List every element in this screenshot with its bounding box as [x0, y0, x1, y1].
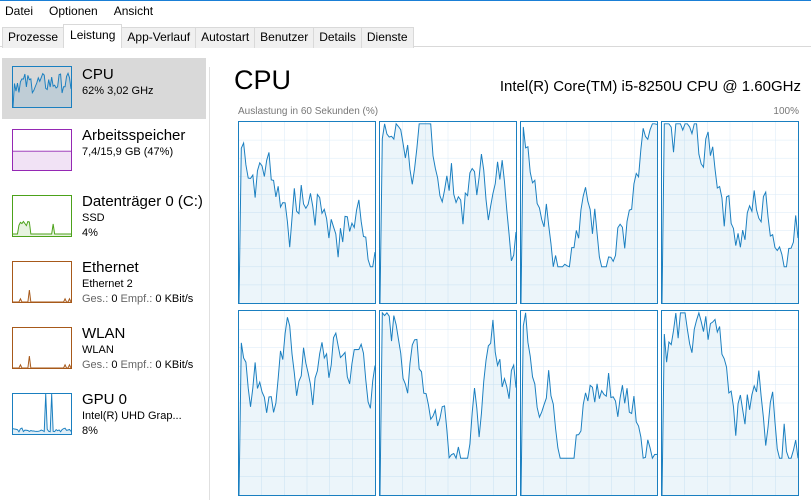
tab-autostart[interactable]: Autostart	[195, 27, 256, 48]
tab-details[interactable]: Details	[313, 27, 362, 48]
sidebar-item-label: Arbeitsspeicher	[82, 127, 186, 144]
receive-value: 0 KBit/s	[155, 293, 194, 305]
cpu-core-graphs	[238, 121, 799, 497]
sidebar-item-label: CPU	[82, 66, 114, 83]
core-graph	[661, 310, 799, 496]
thumbnail-area	[13, 290, 71, 302]
send-label: Ges.:	[82, 293, 109, 305]
tab-dienste[interactable]: Dienste	[360, 27, 414, 48]
receive-label: Empf.:	[120, 293, 153, 305]
send-value: 0	[111, 359, 118, 371]
thumbnail-line	[13, 289, 71, 302]
sidebar-item-detail: Intel(R) UHD Grap...	[82, 410, 182, 422]
core-graph	[661, 121, 799, 304]
sidebar-item-detail: SSD	[82, 212, 105, 224]
send-label: Ges.:	[82, 359, 109, 371]
menu-ansicht[interactable]: Ansicht	[114, 4, 153, 18]
thumbnail-area	[13, 356, 71, 368]
menu-datei[interactable]: Datei	[5, 4, 33, 18]
sidebar-item-ethernet[interactable]: Ethernet Ethernet 2 Ges.: 0 Empf.: 0 KBit/…	[2, 251, 206, 317]
page-title: CPU	[234, 65, 292, 95]
sidebar-item-detail: Ethernet 2	[82, 278, 133, 290]
tab-app-verlauf[interactable]: App-Verlauf	[121, 27, 197, 48]
resource-sidebar: CPU 62% 3,02 GHz Arbeitsspeicher 7,4/15,9 …	[2, 58, 206, 449]
graph-label: Auslastung in 60 Sekunden (%)	[238, 106, 379, 117]
thumbnail-line	[13, 394, 71, 433]
gpu-thumbnail-graph	[12, 393, 72, 435]
panel-divider[interactable]	[209, 67, 210, 500]
memory-thumbnail-graph	[12, 129, 72, 171]
core-graph	[379, 121, 517, 304]
sidebar-item-detail: 62% 3,02 GHz	[82, 85, 154, 97]
wlan-thumbnail-graph	[12, 327, 72, 369]
cpu-thumbnail-graph	[12, 66, 72, 108]
sidebar-item-disk[interactable]: Datenträger 0 (C:) SSD 4%	[2, 185, 206, 251]
tab-benutzer[interactable]: Benutzer	[254, 27, 315, 48]
sidebar-item-usage: 4%	[82, 227, 98, 239]
tab-bar: Prozesse Leistung App-Verlauf Autostart …	[0, 24, 811, 48]
sidebar-item-usage: 8%	[82, 425, 98, 437]
sidebar-item-label: Ethernet	[82, 259, 139, 276]
thumbnail-area	[13, 151, 71, 170]
sidebar-item-wlan[interactable]: WLAN WLAN Ges.: 0 Empf.: 0 KBit/s	[2, 317, 206, 383]
sidebar-item-label: WLAN	[82, 325, 126, 342]
sidebar-item-label: GPU 0	[82, 391, 128, 408]
sidebar-item-memory[interactable]: Arbeitsspeicher 7,4/15,9 GB (47%)	[2, 119, 206, 185]
receive-value: 0 KBit/s	[155, 359, 194, 371]
tab-prozesse[interactable]: Prozesse	[2, 27, 65, 48]
sidebar-item-gpu[interactable]: GPU 0 Intel(R) UHD Grap... 8%	[2, 383, 206, 449]
ethernet-thumbnail-graph	[12, 261, 72, 303]
sidebar-item-detail: WLAN	[82, 344, 114, 356]
sidebar-item-detail: 7,4/15,9 GB (47%)	[82, 146, 174, 158]
processor-name: Intel(R) Core(TM) i5-8250U CPU @ 1.60GHz	[499, 78, 801, 95]
disk-thumbnail-graph	[12, 195, 72, 237]
sidebar-item-cpu[interactable]: CPU 62% 3,02 GHz	[2, 58, 206, 119]
graph-max-label: 100%	[773, 106, 799, 117]
tab-leistung[interactable]: Leistung	[63, 24, 123, 48]
core-graph	[520, 121, 658, 304]
receive-label: Empf.:	[120, 359, 153, 371]
sidebar-item-label: Datenträger 0 (C:)	[82, 193, 203, 210]
core-graph	[379, 310, 517, 496]
core-graph	[238, 121, 376, 304]
send-value: 0	[111, 293, 118, 305]
core-graph	[520, 310, 658, 496]
core-graph	[238, 310, 376, 496]
menu-optionen[interactable]: Optionen	[49, 4, 98, 18]
thumbnail-line	[13, 355, 71, 368]
menu-bar: Datei Optionen Ansicht	[0, 1, 811, 21]
